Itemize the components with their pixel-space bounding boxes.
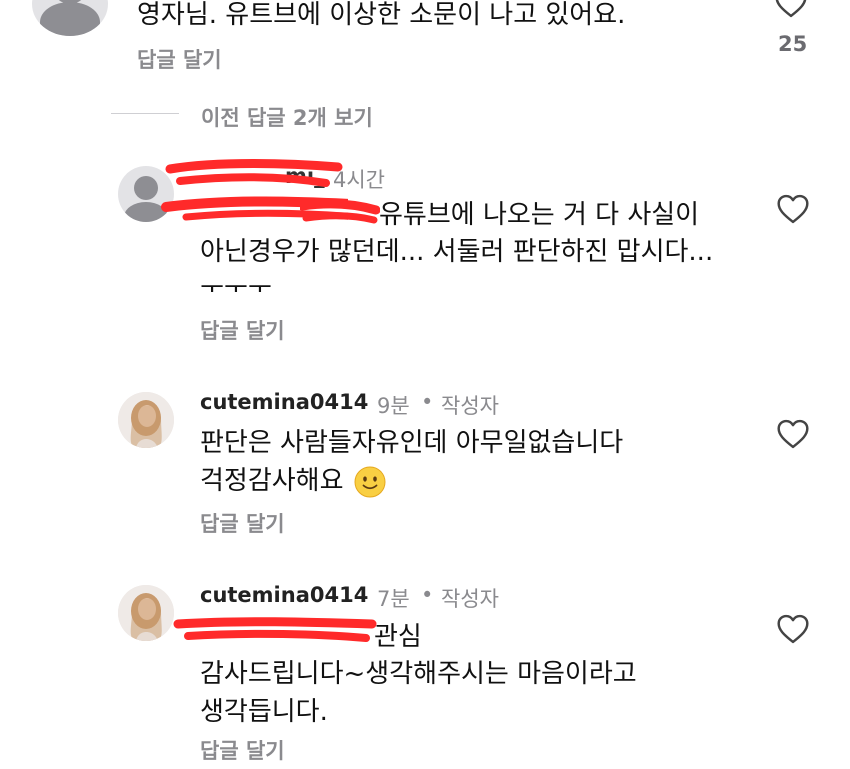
username[interactable]: cutemina0414 [200, 390, 368, 414]
heart-outline-icon[interactable] [776, 419, 810, 449]
comment-text: 생각듭니다. [200, 697, 328, 727]
author-badge: 작성자 [441, 394, 499, 418]
reply-button[interactable]: 답글 달기 [200, 735, 285, 765]
comment-time: 9분 [377, 394, 410, 418]
avatar-photo[interactable] [118, 392, 174, 448]
heart-outline-icon[interactable] [774, 0, 808, 18]
comment-text: 감사드립니다~생각해주시는 마음이라고 [200, 659, 637, 689]
redaction-scribble [300, 199, 380, 224]
author-badge: 작성자 [441, 587, 499, 611]
heart-outline-icon[interactable] [776, 614, 810, 644]
slightly-smiling-face-emoji [354, 466, 386, 498]
comment-text: 판단은 사람들자유인데 아무일없습니다 [200, 428, 624, 458]
comment-text: ㅜㅜㅜ [200, 276, 272, 292]
reply-button[interactable]: 답글 달기 [200, 315, 285, 345]
separator-dot: • [421, 583, 434, 607]
thread-line [111, 113, 179, 114]
avatar-photo[interactable] [118, 585, 174, 641]
separator-dot: • [421, 390, 434, 414]
like-count: 25 [778, 32, 808, 56]
username[interactable]: cutemina0414 [200, 583, 368, 607]
reply-button[interactable]: 답글 달기 [137, 44, 222, 74]
redaction-scribble [173, 617, 377, 642]
comment-text: 아닌경우가 많던데... 서둘러 판단하진 맙시다... [200, 237, 714, 267]
heart-outline-icon[interactable] [776, 194, 810, 224]
avatar-default[interactable] [32, 0, 108, 36]
view-previous-replies[interactable]: 이전 답글 2개 보기 [201, 102, 373, 132]
comment-time: 7분 [377, 587, 410, 611]
reply-button[interactable]: 답글 달기 [200, 508, 285, 538]
comment-text: 걱정감사해요 [200, 466, 344, 496]
comment-text: 유튜브에 나오는 거 다 사실이 [379, 200, 700, 230]
comment-text: 관심 [374, 622, 422, 652]
comment-text: 영자님. 유트브에 이상한 소문이 나고 있어요. [137, 0, 626, 30]
